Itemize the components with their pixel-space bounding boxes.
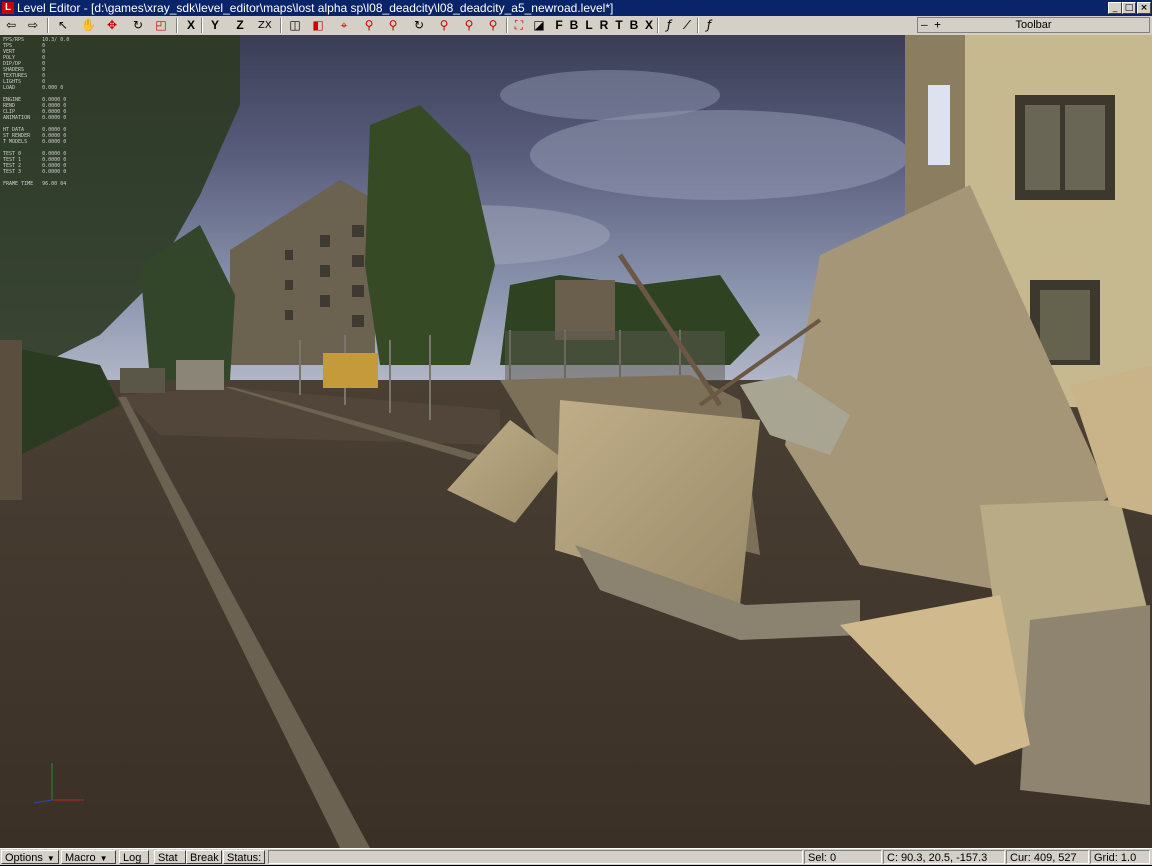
toolbar-separator: [201, 18, 203, 33]
select-cursor-icon[interactable]: ↖: [55, 17, 71, 34]
redo-arrow-icon[interactable]: ⇨: [25, 17, 41, 34]
snap-object-icon[interactable]: ◧: [310, 17, 326, 34]
options-label: Options: [5, 852, 43, 864]
3d-viewport[interactable]: FPS/RPS 10.3/ 0.0 TPS 0 VERT 0 POLY 0 DI…: [0, 35, 1152, 848]
log-button[interactable]: Log: [119, 850, 149, 864]
toolbar-separator: [176, 18, 178, 33]
cursor-position: Cur: 409, 527: [1006, 850, 1089, 864]
macro-dropdown[interactable]: Macro ▼: [61, 850, 116, 864]
view-bottom-button[interactable]: B: [626, 17, 642, 34]
toolbar-panel-header[interactable]: – + Toolbar: [917, 17, 1150, 33]
maximize-button[interactable]: □: [1122, 2, 1136, 14]
toolbar-separator: [280, 18, 282, 33]
zoom-extents-icon[interactable]: ⛶: [511, 17, 527, 34]
break-button[interactable]: Break: [186, 850, 222, 864]
view-right-button[interactable]: R: [596, 17, 612, 34]
options-dropdown[interactable]: Options ▼: [1, 850, 59, 864]
status-bar: Options ▼ Macro ▼ Log Stat Break Status: S…: [0, 848, 1152, 865]
snap-move-icon[interactable]: ⚲: [436, 17, 452, 34]
snap-vertex-icon[interactable]: ⚲: [385, 17, 401, 34]
snap-normal-icon[interactable]: ⚲: [485, 17, 501, 34]
snap-rotate-icon[interactable]: ↻: [411, 17, 427, 34]
view-top-button[interactable]: T: [611, 17, 627, 34]
move-hand-icon[interactable]: ✋: [79, 17, 98, 34]
rotate-icon[interactable]: ↻: [130, 17, 146, 34]
render-stats-overlay: FPS/RPS 10.3/ 0.0 TPS 0 VERT 0 POLY 0 DI…: [3, 37, 70, 187]
camera-coordinates: C: 90.3, 20.5, -157.3: [883, 850, 1005, 864]
toolbar-separator: [47, 18, 49, 33]
render-style-icon[interactable]: ƒ: [661, 17, 677, 34]
toolbar-panel-label: Toolbar: [1015, 19, 1052, 31]
toolbar-separator: [657, 18, 659, 33]
axis-y-button[interactable]: Y: [207, 17, 223, 34]
close-button[interactable]: ×: [1137, 2, 1151, 14]
window-titlebar: L Level Editor - [d:\games\xray_sdk\leve…: [0, 0, 1152, 16]
view-front-button[interactable]: F: [551, 17, 567, 34]
toolbar-separator: [697, 18, 699, 33]
snap-magnet-icon[interactable]: ⚲: [361, 17, 377, 34]
toolbar-separator: [506, 18, 508, 33]
view-back-button[interactable]: B: [566, 17, 582, 34]
undo-arrow-icon[interactable]: ⇦: [3, 17, 19, 34]
stat-button[interactable]: Stat: [154, 850, 186, 864]
snap-angle-icon[interactable]: ⚲: [461, 17, 477, 34]
selection-count: Sel: 0: [804, 850, 882, 864]
macro-label: Macro: [65, 852, 96, 864]
move-arrows-icon[interactable]: ✥: [104, 17, 120, 34]
scene-render: [0, 35, 1152, 848]
window-title: Level Editor - [d:\games\xray_sdk\level_…: [17, 1, 614, 15]
snap-grid-icon[interactable]: ⌖: [336, 17, 352, 34]
grid-size: Grid: 1.0: [1090, 850, 1150, 864]
status-text-field: [268, 850, 803, 864]
csg-icon[interactable]: ◫: [287, 17, 303, 34]
zoom-selected-icon[interactable]: ◪: [531, 17, 547, 34]
app-icon: L: [2, 2, 14, 14]
scale-icon[interactable]: ◰: [153, 17, 169, 34]
render-fill-icon[interactable]: ƒ: [701, 17, 717, 34]
axis-z-button[interactable]: Z: [232, 17, 248, 34]
minimize-button[interactable]: _: [1108, 2, 1122, 14]
status-label: Status:: [223, 850, 265, 864]
view-left-button[interactable]: L: [581, 17, 597, 34]
render-wire-icon[interactable]: ⁄: [679, 17, 695, 34]
axis-x-button[interactable]: X: [183, 17, 199, 34]
axis-zx-button[interactable]: ZX: [256, 17, 274, 34]
view-reset-button[interactable]: X: [641, 17, 657, 34]
